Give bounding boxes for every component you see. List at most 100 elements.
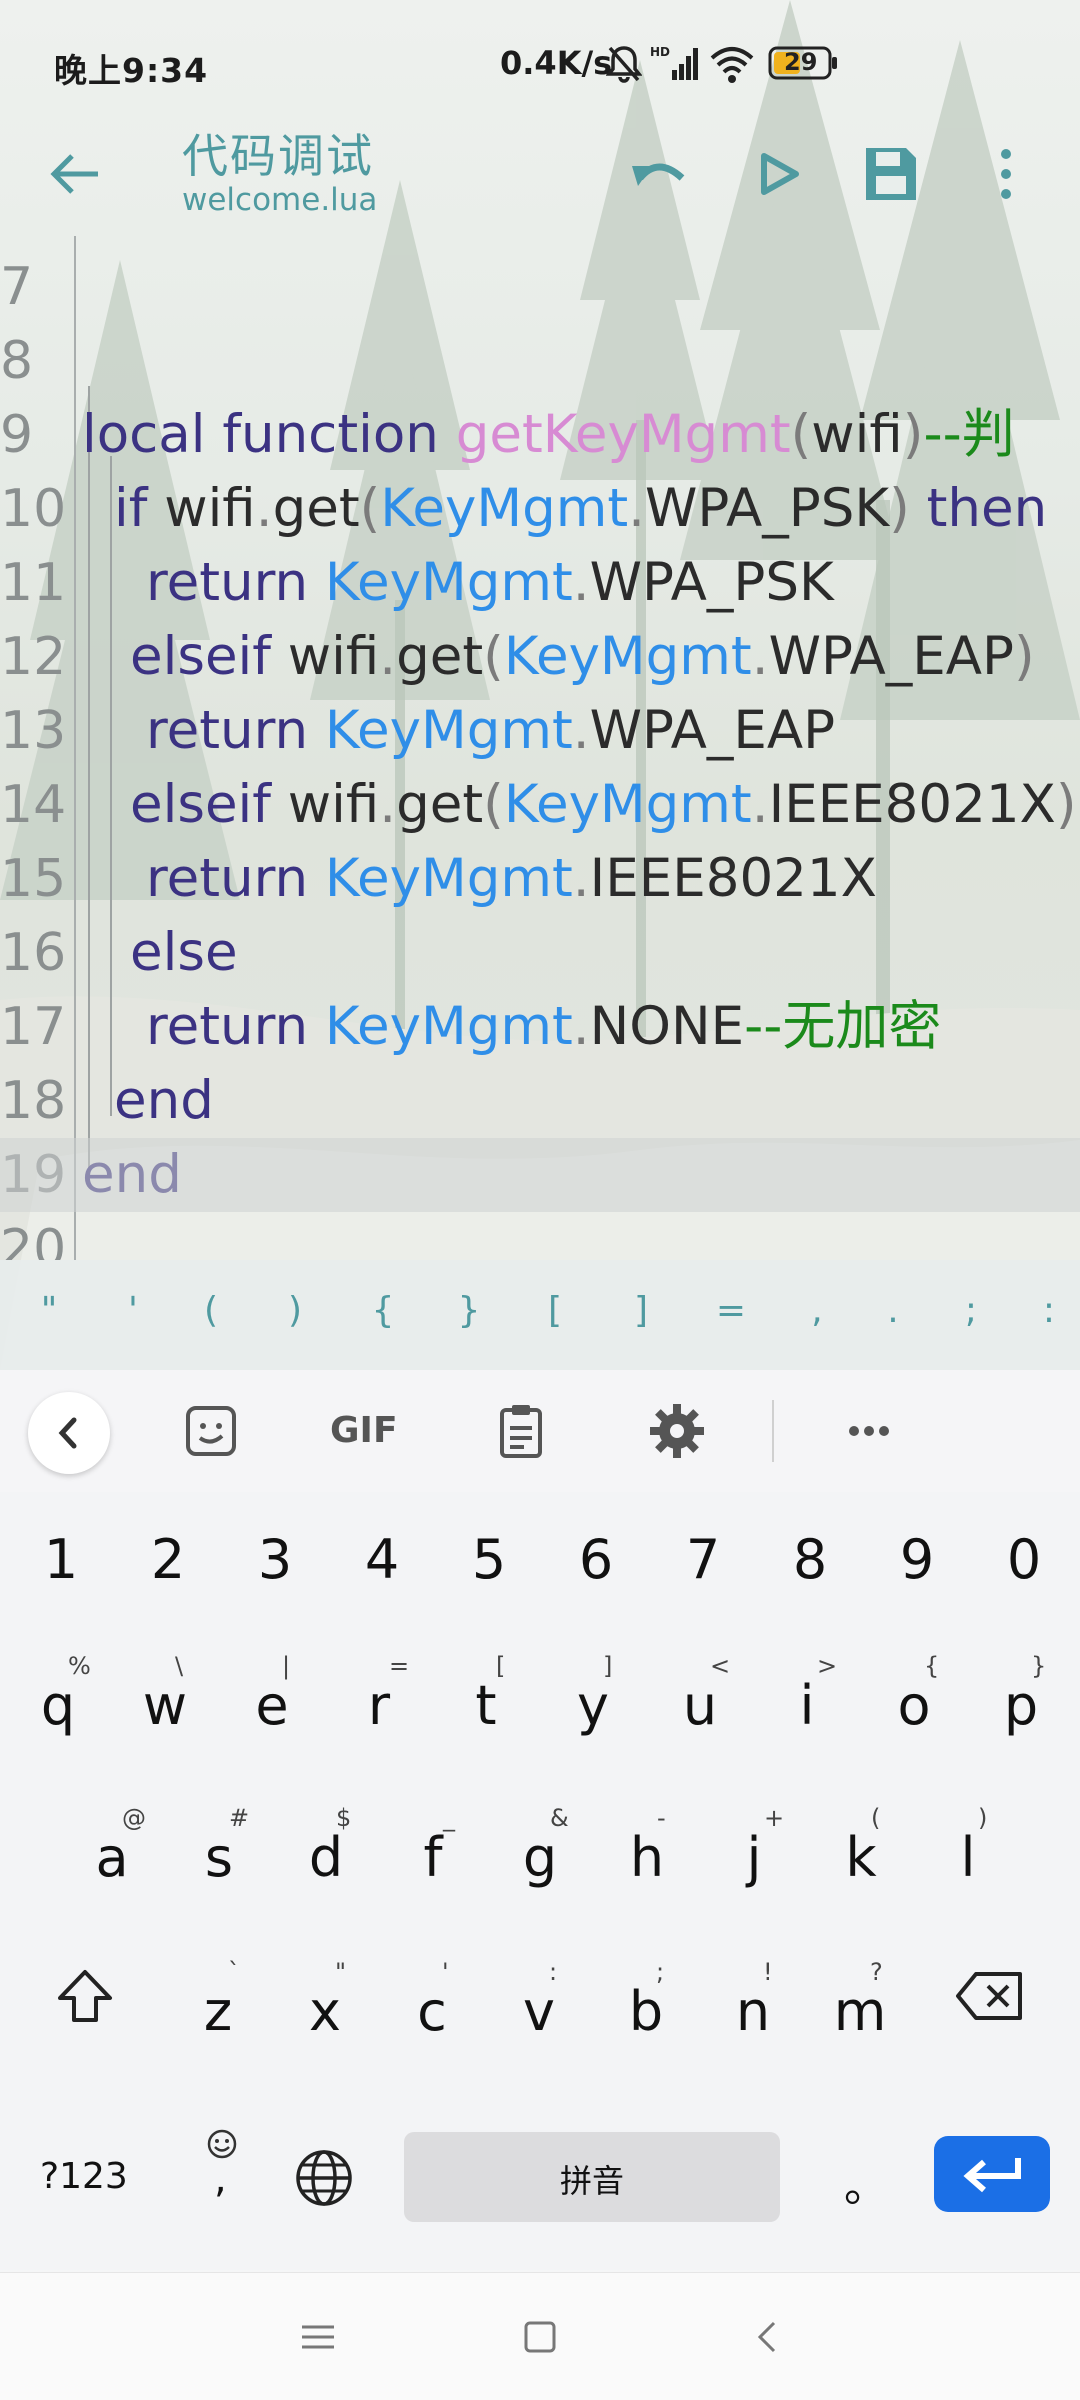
code-line[interactable]: 13 elseif wifi.get(KeyMgmt.IEEE8021X) (0, 620, 1080, 835)
code-line[interactable]: 10 return KeyMgmt.WPA_PSK (0, 398, 1080, 613)
menu-icon[interactable] (294, 2313, 342, 2361)
number-key[interactable]: 4 (341, 1520, 423, 1610)
letter-key[interactable]: } p (981, 1652, 1061, 1762)
letter-key[interactable]: ' c (392, 1958, 472, 2068)
code-line[interactable]: 11 elseif wifi.get(KeyMgmt.WPA_EAP) (0, 472, 1080, 687)
code-line[interactable]: 15 else (0, 768, 1080, 983)
number-key[interactable]: 0 (983, 1520, 1065, 1610)
letter-key[interactable]: _ f (393, 1804, 473, 1914)
number-key[interactable]: 1 (20, 1520, 102, 1610)
status-time: 晚上9:34 (54, 51, 209, 90)
code-line-current[interactable]: 20 print(getKeyMgmt(wifi)) (0, 1138, 1080, 1260)
undo-icon[interactable] (624, 138, 696, 210)
code-editor[interactable]: 7 8 local function getKeyMgmt(wifi)--判 9… (0, 236, 1080, 1260)
key-label: s (204, 1826, 234, 1889)
code-line[interactable]: 12 return KeyMgmt.WPA_EAP (0, 546, 1080, 761)
symbol-key[interactable]: { (358, 1290, 408, 1331)
letter-key[interactable]: & g (500, 1804, 580, 1914)
letter-key[interactable]: @ a (72, 1804, 152, 1914)
letter-key[interactable]: ? m (820, 1958, 900, 2068)
clipboard-icon[interactable] (490, 1400, 552, 1462)
space-key[interactable]: 拼音 (404, 2132, 780, 2222)
letter-key[interactable]: :v (499, 1958, 579, 2068)
letter-key[interactable]: ` z (178, 1958, 258, 2068)
letter-key[interactable]: ] y (553, 1652, 633, 1762)
number-key[interactable]: 3 (234, 1520, 316, 1610)
letter-key[interactable]: ) l (928, 1804, 1008, 1914)
globe-icon[interactable] (292, 2146, 356, 2210)
backspace-icon[interactable] (952, 1966, 1028, 2026)
period-key[interactable]: 。 (844, 2150, 888, 2214)
number-key[interactable]: 9 (876, 1520, 958, 1610)
comma-key[interactable]: , (196, 2126, 246, 2216)
key-label: n (735, 1980, 771, 2043)
symbol-key[interactable]: , (792, 1290, 842, 1331)
symbols-key[interactable]: ?123 (40, 2156, 128, 2197)
symbol-key[interactable]: . (868, 1290, 918, 1331)
letter-key[interactable]: $ d (286, 1804, 366, 1914)
letter-key[interactable]: ! n (713, 1958, 793, 2068)
key-label: 0 (1006, 1528, 1042, 1591)
letter-key[interactable]: \ w (125, 1652, 205, 1762)
save-icon[interactable] (854, 138, 926, 210)
symbol-key[interactable]: = (706, 1290, 756, 1331)
run-icon[interactable] (742, 138, 814, 210)
number-key[interactable]: 6 (555, 1520, 637, 1610)
key-label: 4 (364, 1528, 400, 1591)
more-horiz-icon[interactable] (838, 1400, 900, 1462)
code-line[interactable]: 19 (0, 1064, 1080, 1205)
letter-key[interactable]: + j (714, 1804, 794, 1914)
symbol-key[interactable]: ] (616, 1290, 666, 1331)
code-line[interactable]: 8 local function getKeyMgmt(wifi)--判 (0, 250, 1080, 465)
code-line[interactable]: 9 if wifi.get(KeyMgmt.WPA_PSK) then (0, 324, 1080, 539)
file-name: welcome.lua (182, 182, 378, 218)
letter-key[interactable]: " x (285, 1958, 365, 2068)
code-line[interactable]: 17 end (0, 916, 1080, 1131)
number-key[interactable]: 2 (127, 1520, 209, 1610)
key-label: b (628, 1980, 664, 2043)
home-square-icon[interactable] (516, 2313, 564, 2361)
collapse-chevron-icon[interactable] (28, 1392, 110, 1474)
symbol-key[interactable]: } (444, 1290, 494, 1331)
enter-arrow-icon (963, 2158, 1021, 2193)
letter-key[interactable]: ; b (606, 1958, 686, 2068)
symbol-key[interactable]: " (24, 1290, 74, 1331)
symbol-key[interactable]: ) (270, 1290, 320, 1331)
symbol-key[interactable]: : (1024, 1290, 1074, 1331)
sticker-icon[interactable] (180, 1400, 242, 1462)
more-vert-icon[interactable] (970, 138, 1042, 210)
symbol-key[interactable]: ' (108, 1290, 158, 1331)
key-label: y (577, 1674, 609, 1737)
letter-key[interactable]: < u (660, 1652, 740, 1762)
number-key[interactable]: 7 (662, 1520, 744, 1610)
gif-label: GIF (330, 1410, 398, 1451)
letter-key[interactable]: [t (446, 1652, 526, 1762)
gif-icon[interactable]: GIF (328, 1400, 408, 1462)
symbol-key[interactable]: ; (946, 1290, 996, 1331)
letter-key[interactable]: # s (179, 1804, 259, 1914)
letter-key[interactable]: {o (874, 1652, 954, 1762)
symbol-key[interactable]: [ (530, 1290, 580, 1331)
code-line[interactable]: 14 return KeyMgmt.IEEE8021X (0, 694, 1080, 909)
back-arrow-icon[interactable] (44, 142, 108, 206)
key-label: 9 (899, 1528, 935, 1591)
letter-key[interactable]: | e (232, 1652, 312, 1762)
code-line[interactable]: 7 (0, 236, 1080, 317)
letter-key[interactable]: = r (339, 1652, 419, 1762)
space-label: 拼音 (559, 2162, 624, 2200)
enter-key[interactable] (934, 2136, 1050, 2212)
letter-key[interactable]: (k (821, 1804, 901, 1914)
soft-keyboard: GIF 1 2 3 4 5 6 7 8 9 0 % q \ w | e = r[t] y < u > i{o} p @ a # s… (0, 1370, 1080, 2270)
letter-key[interactable]: > i (767, 1652, 847, 1762)
shift-icon[interactable] (50, 1962, 120, 2032)
back-chevron-icon[interactable] (744, 2313, 792, 2361)
number-key[interactable]: 5 (448, 1520, 530, 1610)
symbol-key[interactable]: ( (186, 1290, 236, 1331)
letter-key[interactable]: % q (18, 1652, 98, 1762)
code-line[interactable]: 18 end (0, 990, 1080, 1205)
letter-key[interactable]: -h (607, 1804, 687, 1914)
settings-gear-icon[interactable] (646, 1400, 708, 1462)
code-line[interactable]: 16 return KeyMgmt.NONE--无加密 (0, 842, 1080, 1057)
key-label: p (1003, 1674, 1039, 1737)
number-key[interactable]: 8 (769, 1520, 851, 1610)
